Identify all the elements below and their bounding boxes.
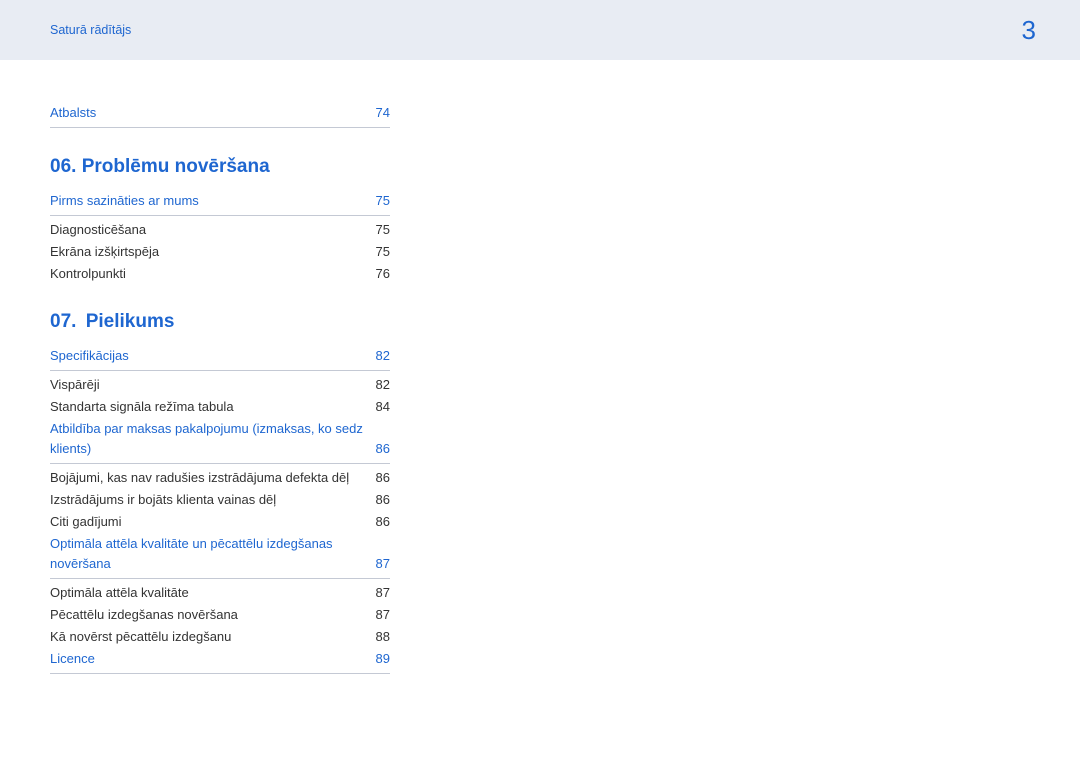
toc-link-page: 89 (376, 649, 390, 669)
toc-item[interactable]: Standarta signāla režīma tabula 84 (50, 396, 390, 418)
toc-link-label: Licence (50, 649, 95, 669)
toc-link-atbalsts[interactable]: Atbalsts 74 (50, 102, 390, 128)
toc-item-page: 84 (376, 397, 390, 417)
toc-item-page: 86 (376, 512, 390, 532)
toc-item-page: 86 (376, 468, 390, 488)
toc-item-label: Bojājumi, kas nav radušies izstrādājuma … (50, 468, 349, 488)
toc-item-page: 86 (376, 490, 390, 510)
toc-item-page: 87 (376, 583, 390, 603)
toc-item[interactable]: Diagnosticēšana 75 (50, 219, 390, 241)
toc-item[interactable]: Optimāla attēla kvalitāte 87 (50, 582, 390, 604)
toc-item[interactable]: Ekrāna izšķirtspēja 75 (50, 241, 390, 263)
breadcrumb[interactable]: Saturā rādītājs (50, 23, 131, 37)
toc-item-label: Kontrolpunkti (50, 264, 126, 284)
section-heading-07: 07. Pielikums (50, 311, 390, 333)
toc-item-label: Standarta signāla režīma tabula (50, 397, 234, 417)
toc-link-licence[interactable]: Licence 89 (50, 648, 390, 674)
toc-item-page: 75 (376, 242, 390, 262)
toc-item[interactable]: Izstrādājums ir bojāts klienta vainas dē… (50, 489, 390, 511)
toc-item-label: Izstrādājums ir bojāts klienta vainas dē… (50, 490, 276, 510)
toc-link-page: 75 (376, 191, 390, 211)
toc-item-label: Ekrāna izšķirtspēja (50, 242, 159, 262)
toc-link-page: 87 (376, 554, 390, 574)
toc-link-page: 74 (376, 103, 390, 123)
page-number: 3 (1022, 15, 1036, 46)
toc-item-page: 87 (376, 605, 390, 625)
toc-item[interactable]: Vispārēji 82 (50, 374, 390, 396)
page-header: Saturā rādītājs 3 (0, 0, 1080, 60)
section-heading-06: 06. Problēmu novēršana (50, 156, 390, 178)
toc-link-page: 82 (376, 346, 390, 366)
toc-item[interactable]: Citi gadījumi 86 (50, 511, 390, 533)
toc-link-label-line2: klients) (50, 439, 91, 459)
toc-item-page: 82 (376, 375, 390, 395)
toc-item[interactable]: Bojājumi, kas nav radušies izstrādājuma … (50, 467, 390, 489)
toc-link[interactable]: Atbildība par maksas pakalpojumu (izmaks… (50, 418, 390, 464)
toc-item-page: 76 (376, 264, 390, 284)
toc-link-label: Pirms sazināties ar mums (50, 191, 199, 211)
toc-link[interactable]: Specifikācijas 82 (50, 345, 390, 371)
toc-link-label-line1: Optimāla attēla kvalitāte un pēcattēlu i… (50, 534, 390, 554)
toc-item-label: Pēcattēlu izdegšanas novēršana (50, 605, 238, 625)
toc-content: Atbalsts 74 06. Problēmu novēršana Pirms… (0, 60, 440, 674)
toc-item-label: Optimāla attēla kvalitāte (50, 583, 189, 603)
toc-item-label: Citi gadījumi (50, 512, 122, 532)
toc-link[interactable]: Optimāla attēla kvalitāte un pēcattēlu i… (50, 533, 390, 579)
toc-item[interactable]: Kontrolpunkti 76 (50, 263, 390, 285)
toc-link-label: Specifikācijas (50, 346, 129, 366)
toc-item-page: 88 (376, 627, 390, 647)
toc-item-label: Vispārēji (50, 375, 100, 395)
toc-item[interactable]: Pēcattēlu izdegšanas novēršana 87 (50, 604, 390, 626)
toc-link[interactable]: Pirms sazināties ar mums 75 (50, 190, 390, 216)
toc-link-label-line2: novēršana (50, 554, 111, 574)
toc-item-page: 75 (376, 220, 390, 240)
toc-item-label: Diagnosticēšana (50, 220, 146, 240)
toc-item[interactable]: Kā novērst pēcattēlu izdegšanu 88 (50, 626, 390, 648)
toc-link-page: 86 (376, 439, 390, 459)
toc-link-label-line1: Atbildība par maksas pakalpojumu (izmaks… (50, 419, 390, 439)
toc-link-label: Atbalsts (50, 103, 96, 123)
toc-item-label: Kā novērst pēcattēlu izdegšanu (50, 627, 231, 647)
